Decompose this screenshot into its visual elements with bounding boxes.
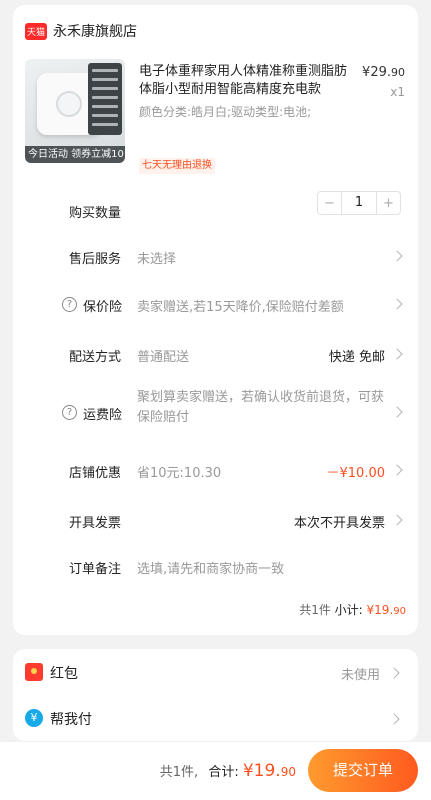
invoice-row[interactable]: 开具发票 本次不开具发票 bbox=[13, 509, 418, 533]
product-thumbnail[interactable]: 今日活动 领券立减10 bbox=[25, 59, 125, 163]
bottom-bar: 共1件, 合计: ¥19.90 提交订单 bbox=[0, 742, 431, 800]
question-icon[interactable]: ? bbox=[62, 405, 77, 420]
note-input[interactable]: 选填,请先和商家协商一致 bbox=[137, 558, 284, 577]
price-protect-label: 保价险 bbox=[83, 300, 123, 315]
hongbao-value: 未使用 bbox=[340, 668, 380, 683]
bangwo-label: 帮我付 bbox=[50, 712, 92, 728]
after-sales-label: 售后服务 bbox=[69, 252, 122, 267]
shipping-insurance-label: 运费险 bbox=[83, 408, 123, 423]
chevron-right-icon bbox=[391, 348, 403, 360]
quantity-label: 购买数量 bbox=[69, 206, 122, 221]
submit-order-button[interactable]: 提交订单 bbox=[308, 749, 418, 792]
hongbao-row[interactable]: 红包 未使用 bbox=[13, 661, 418, 685]
delivery-label: 配送方式 bbox=[69, 350, 122, 365]
help-pay-icon: ¥ bbox=[25, 709, 43, 727]
chevron-right-icon bbox=[391, 406, 403, 418]
shop-discount-label: 店铺优惠 bbox=[69, 466, 122, 481]
tmall-logo-icon: 天猫 bbox=[25, 22, 47, 40]
order-total: 共1件, 合计: ¥19.90 bbox=[160, 761, 296, 781]
bangwo-row[interactable]: ¥ 帮我付 bbox=[13, 707, 418, 731]
after-sales-value: 未选择 bbox=[137, 252, 177, 267]
return-policy-badge: 七天无理由退换 bbox=[139, 158, 215, 174]
product-spec: 颜色分类:皓月白;驱动类型:电池; bbox=[139, 105, 312, 119]
invoice-label: 开具发票 bbox=[69, 516, 122, 531]
order-card: 天猫 永禾康旗舰店 今日活动 领券立减10 电子体重秤家用人体精准称重测脂肪体脂… bbox=[13, 5, 418, 635]
shop-discount-amount: －¥10.00 bbox=[326, 466, 386, 481]
price-protect-value: 卖家赠送,若15天降价,保险赔付差额 bbox=[137, 300, 344, 315]
question-icon[interactable]: ? bbox=[62, 297, 77, 312]
chevron-right-icon bbox=[388, 713, 400, 725]
total-count: 共1件, bbox=[159, 765, 199, 780]
subtotal: 共1件 小计: ¥19.90 bbox=[299, 603, 406, 617]
scale-dial bbox=[56, 91, 82, 117]
quantity-value[interactable]: 1 bbox=[341, 192, 377, 214]
after-sales-row[interactable]: 售后服务 未选择 bbox=[13, 245, 418, 269]
total-price: ¥19.90 bbox=[242, 761, 296, 781]
hongbao-label: 红包 bbox=[50, 666, 78, 682]
chevron-right-icon bbox=[391, 514, 403, 526]
shipping-insurance-value: 聚划算卖家赠送，若确认收货前退货，可获保险赔付 bbox=[137, 390, 385, 425]
price-protect-row[interactable]: ? 保价险 卖家赠送,若15天降价,保险赔付差额 bbox=[13, 293, 418, 317]
thumb-promo-banner: 今日活动 领券立减10 bbox=[25, 146, 125, 163]
extras-card: 红包 未使用 ¥ 帮我付 bbox=[13, 649, 418, 741]
note-label: 订单备注 bbox=[69, 562, 122, 577]
note-row: 订单备注 选填,请先和商家协商一致 bbox=[13, 555, 418, 579]
delivery-fee: 快递 免邮 bbox=[328, 350, 385, 365]
red-envelope-icon bbox=[25, 663, 43, 681]
spec-panel-image bbox=[88, 63, 122, 135]
product-title[interactable]: 电子体重秤家用人体精准称重测脂肪体脂小型耐用智能高精度充电款 bbox=[139, 63, 355, 99]
product-quantity: x1 bbox=[390, 85, 405, 99]
total-label: 合计: bbox=[208, 765, 239, 780]
delivery-value: 普通配送 bbox=[137, 350, 190, 365]
chevron-right-icon bbox=[388, 667, 400, 679]
product-price: ¥29.90 bbox=[362, 65, 405, 80]
shop-discount-row[interactable]: 店铺优惠 省10元:10.30 －¥10.00 bbox=[13, 459, 418, 483]
shop-name[interactable]: 永禾康旗舰店 bbox=[53, 21, 137, 41]
shop-header[interactable]: 天猫 永禾康旗舰店 bbox=[25, 21, 137, 41]
chevron-right-icon bbox=[391, 250, 403, 262]
delivery-row[interactable]: 配送方式 普通配送 快递 免邮 bbox=[13, 343, 418, 367]
chevron-right-icon bbox=[391, 464, 403, 476]
decrease-button[interactable]: − bbox=[318, 196, 341, 211]
invoice-value: 本次不开具发票 bbox=[293, 516, 385, 531]
increase-button[interactable]: + bbox=[377, 196, 400, 211]
quantity-stepper: − 1 + bbox=[317, 191, 401, 215]
chevron-right-icon bbox=[391, 298, 403, 310]
shop-discount-value: 省10元:10.30 bbox=[137, 466, 222, 481]
